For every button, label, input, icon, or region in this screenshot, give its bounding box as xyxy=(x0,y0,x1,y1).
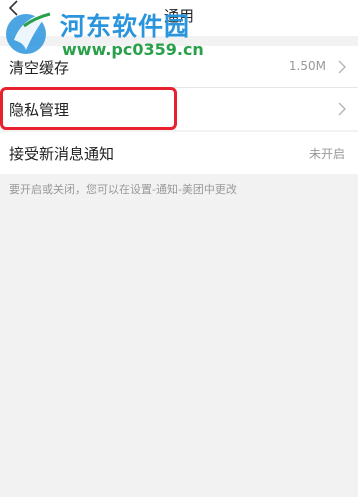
new-message-notification-row[interactable]: 接受新消息通知 未开启 xyxy=(0,132,358,174)
cache-size-value: 1.50M xyxy=(288,59,326,73)
watermark-name: 河东软件园 xyxy=(60,12,191,41)
watermark-logo-icon xyxy=(6,10,52,54)
chevron-right-icon xyxy=(338,60,346,74)
notification-label: 接受新消息通知 xyxy=(9,145,115,163)
watermark-url: www.pc0359.cn xyxy=(62,40,204,59)
notification-hint-text: 要开启或关闭，您可以在设置-通知-美团中更改 xyxy=(9,183,237,196)
watermark: 河东软件园 www.pc0359.cn xyxy=(4,4,214,62)
chevron-right-icon xyxy=(338,102,346,116)
highlight-annotation xyxy=(0,87,177,130)
notification-status-value: 未开启 xyxy=(308,147,345,161)
